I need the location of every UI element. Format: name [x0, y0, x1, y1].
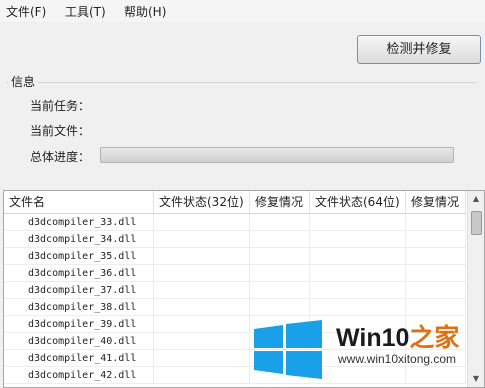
- status-cell: [250, 282, 310, 299]
- scroll-thumb[interactable]: [471, 211, 482, 235]
- status-cell: [250, 231, 310, 248]
- status-cell: [310, 282, 406, 299]
- menu-bar: 文件(F) 工具(T) 帮助(H): [0, 0, 485, 22]
- overall-progress-bar: [100, 147, 454, 163]
- status-cell: [250, 214, 310, 231]
- scroll-up-icon[interactable]: ▲: [468, 191, 484, 207]
- filename-cell: d3dcompiler_41.dll: [4, 350, 154, 367]
- status-cell: [406, 231, 466, 248]
- status-cell: [154, 265, 250, 282]
- watermark-url: www.win10xitong.com: [338, 352, 457, 366]
- check-repair-button[interactable]: 检测并修复: [357, 35, 481, 64]
- table-row[interactable]: d3dcompiler_37.dll: [4, 282, 466, 299]
- info-group-border: [6, 82, 477, 83]
- table-row[interactable]: d3dcompiler_36.dll: [4, 265, 466, 282]
- menu-help[interactable]: 帮助(H): [124, 3, 166, 20]
- filename-cell: d3dcompiler_34.dll: [4, 231, 154, 248]
- status-cell: [406, 214, 466, 231]
- watermark-brand-name: Win10: [336, 324, 410, 352]
- status-cell: [154, 214, 250, 231]
- status-cell: [154, 316, 250, 333]
- filename-cell: d3dcompiler_39.dll: [4, 316, 154, 333]
- status-cell: [250, 248, 310, 265]
- status-cell: [154, 231, 250, 248]
- status-cell: [154, 333, 250, 350]
- status-cell: [250, 265, 310, 282]
- watermark: Win10之家 www.win10xitong.com: [250, 312, 485, 388]
- column-header-status-32bit[interactable]: 文件状态(32位): [154, 191, 250, 213]
- column-header-repair-64bit[interactable]: 修复情况: [406, 191, 466, 213]
- filename-cell: d3dcompiler_36.dll: [4, 265, 154, 282]
- status-cell: [310, 265, 406, 282]
- status-cell: [154, 367, 250, 384]
- info-group-title: 信息: [8, 73, 39, 90]
- current-file-label: 当前文件：: [30, 124, 91, 138]
- windows-logo-icon: [254, 320, 322, 379]
- filename-cell: d3dcompiler_37.dll: [4, 282, 154, 299]
- table-header: 文件名 文件状态(32位) 修复情况 文件状态(64位) 修复情况: [4, 191, 466, 214]
- status-cell: [310, 214, 406, 231]
- table-row[interactable]: d3dcompiler_34.dll: [4, 231, 466, 248]
- overall-progress-label: 总体进度：: [30, 150, 91, 164]
- filename-cell: d3dcompiler_35.dll: [4, 248, 154, 265]
- status-cell: [406, 282, 466, 299]
- status-cell: [154, 248, 250, 265]
- status-cell: [154, 282, 250, 299]
- table-row[interactable]: d3dcompiler_33.dll: [4, 214, 466, 231]
- filename-cell: d3dcompiler_42.dll: [4, 367, 154, 384]
- watermark-brand: Win10之家: [336, 318, 459, 354]
- watermark-brand-suffix: 之家: [409, 324, 460, 352]
- menu-file[interactable]: 文件(F): [6, 3, 46, 20]
- status-cell: [154, 299, 250, 316]
- column-header-status-64bit[interactable]: 文件状态(64位): [310, 191, 406, 213]
- menu-tools[interactable]: 工具(T): [65, 3, 106, 20]
- table-row[interactable]: d3dcompiler_35.dll: [4, 248, 466, 265]
- status-cell: [310, 231, 406, 248]
- column-header-filename[interactable]: 文件名: [4, 191, 154, 213]
- filename-cell: d3dcompiler_38.dll: [4, 299, 154, 316]
- current-task-label: 当前任务：: [30, 99, 91, 113]
- column-header-repair-32bit[interactable]: 修复情况: [250, 191, 310, 213]
- status-cell: [310, 248, 406, 265]
- status-cell: [406, 265, 466, 282]
- status-cell: [406, 248, 466, 265]
- filename-cell: d3dcompiler_40.dll: [4, 333, 154, 350]
- status-cell: [154, 350, 250, 367]
- filename-cell: d3dcompiler_33.dll: [4, 214, 154, 231]
